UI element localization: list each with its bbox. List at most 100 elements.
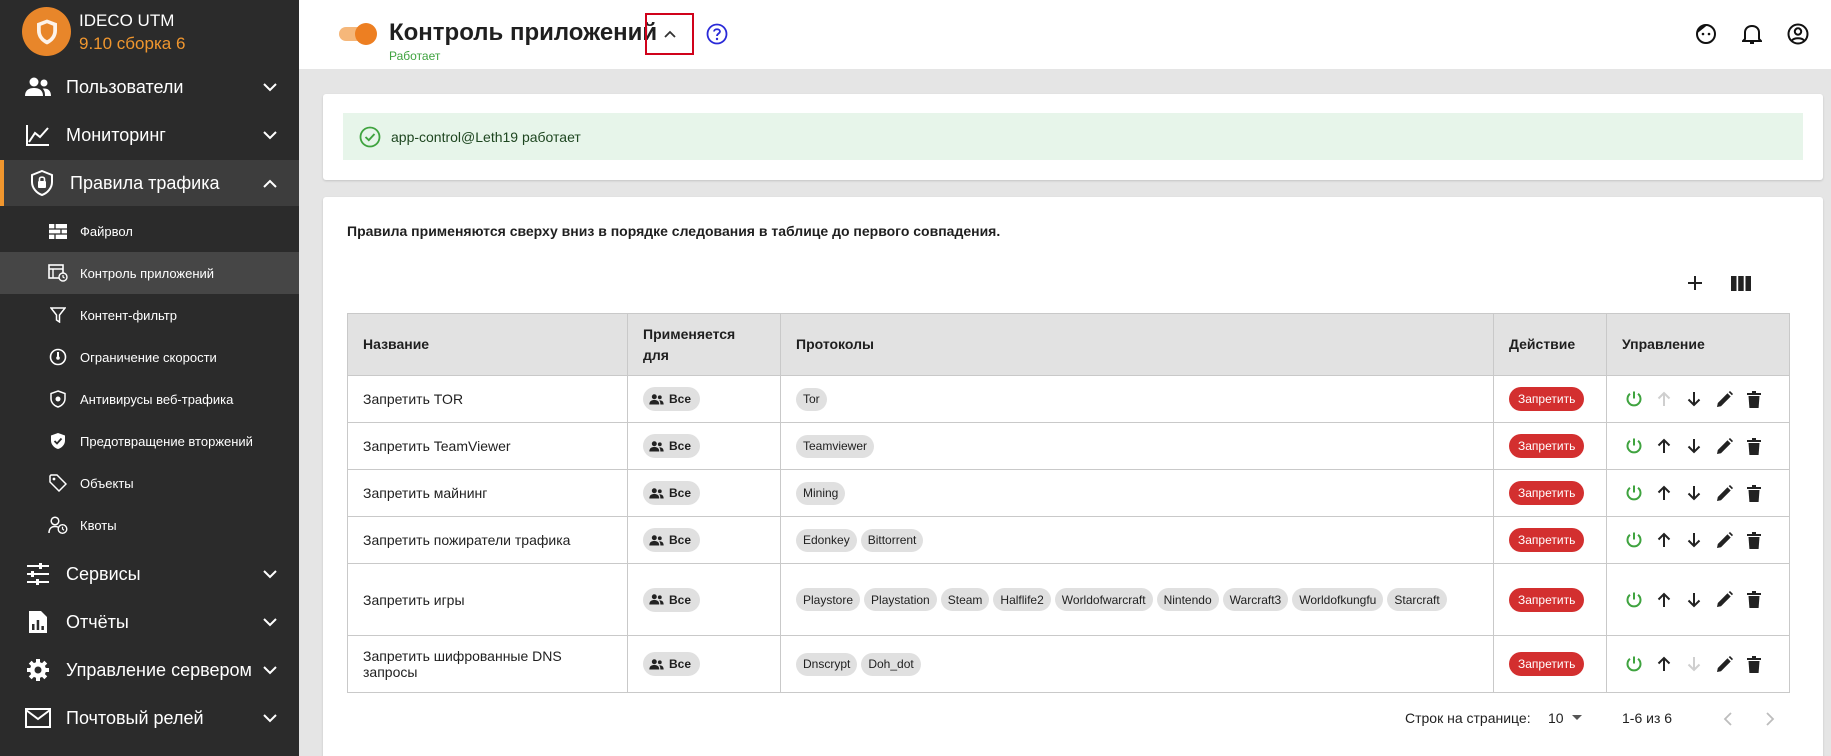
pencil-icon <box>1716 390 1733 407</box>
delete-rule-button[interactable] <box>1739 431 1769 461</box>
move-up-button[interactable] <box>1649 431 1679 461</box>
prev-page-button[interactable] <box>1713 705 1741 733</box>
column-header-applies[interactable]: Применяется для <box>627 313 781 376</box>
sidebar-subitem-content-filter[interactable]: Контент-фильтр <box>0 294 299 336</box>
move-up-button[interactable] <box>1649 585 1679 615</box>
edit-rule-button[interactable] <box>1709 585 1739 615</box>
edit-rule-button[interactable] <box>1709 525 1739 555</box>
move-up-button[interactable] <box>1649 649 1679 679</box>
move-down-button[interactable] <box>1679 525 1709 555</box>
toggle-rule-button[interactable] <box>1619 649 1649 679</box>
cell-action: Запретить <box>1493 469 1607 517</box>
support-button[interactable] <box>1693 21 1719 47</box>
move-up-button[interactable] <box>1649 525 1679 555</box>
delete-rule-button[interactable] <box>1739 585 1769 615</box>
delete-rule-button[interactable] <box>1739 478 1769 508</box>
mail-icon <box>24 704 52 732</box>
sidebar-subitem-app-control[interactable]: Контроль приложений <box>0 252 299 294</box>
sidebar-subitem-label: Антивирусы веб-трафика <box>80 391 234 407</box>
edit-rule-button[interactable] <box>1709 649 1739 679</box>
column-header-protocols[interactable]: Протоколы <box>780 313 1494 376</box>
face-agent-icon <box>1696 24 1716 44</box>
arrow-up-icon <box>1657 438 1671 453</box>
cell-management <box>1606 635 1790 693</box>
sidebar-item-mail-relay[interactable]: Почтовый релей <box>0 694 299 742</box>
sidebar-subitem-objects[interactable]: Объекты <box>0 462 299 504</box>
sliders-icon <box>24 560 52 588</box>
shield-virus-icon <box>47 388 69 410</box>
notifications-button[interactable] <box>1739 21 1765 47</box>
cell-applies: Все <box>627 375 781 423</box>
protocol-chip: Edonkey <box>796 528 857 552</box>
account-button[interactable] <box>1785 21 1811 47</box>
delete-rule-button[interactable] <box>1739 649 1769 679</box>
toggle-rule-button[interactable] <box>1619 585 1649 615</box>
toggle-rule-button[interactable] <box>1619 431 1649 461</box>
move-down-button[interactable] <box>1679 585 1709 615</box>
sidebar-subitem-speed-limit[interactable]: Ограничение скорости <box>0 336 299 378</box>
action-badge: Запретить <box>1509 387 1585 411</box>
table-row[interactable]: Запретить майнинг Все Mining Запретить <box>347 469 1790 517</box>
cell-action: Запретить <box>1493 516 1607 564</box>
table-row[interactable]: Запретить шифрованные DNS запросы Все Dnsc… <box>347 635 1790 693</box>
protocol-chip: Doh_dot <box>861 652 921 676</box>
chevron-down-icon <box>261 709 279 727</box>
edit-rule-button[interactable] <box>1709 384 1739 414</box>
sidebar-item-services[interactable]: Сервисы <box>0 550 299 598</box>
trash-icon <box>1747 591 1761 608</box>
group-chip-label: Все <box>669 592 692 607</box>
sidebar-subitem-firewall[interactable]: Файрвол <box>0 210 299 252</box>
table-row[interactable]: Запретить TOR Все Tor Запретить <box>347 375 1790 423</box>
delete-rule-button[interactable] <box>1739 525 1769 555</box>
pagination: Строк на странице: 10 1-6 из 6 <box>323 705 1823 733</box>
pencil-icon <box>1716 655 1733 672</box>
edit-rule-button[interactable] <box>1709 431 1739 461</box>
sidebar-subitem-web-antivirus[interactable]: Антивирусы веб-трафика <box>0 378 299 420</box>
status-card: app-control@Leth19 работает <box>323 94 1823 180</box>
columns-button[interactable] <box>1726 268 1756 298</box>
toggle-rule-button[interactable] <box>1619 384 1649 414</box>
sidebar-subitem-quotas[interactable]: Квоты <box>0 504 299 546</box>
column-header-action[interactable]: Действие <box>1493 313 1607 376</box>
cell-management <box>1606 563 1790 636</box>
table-row[interactable]: Запретить пожиратели трафика Все Edonkey Bi… <box>347 516 1790 564</box>
toggle-rule-button[interactable] <box>1619 478 1649 508</box>
cell-action: Запретить <box>1493 422 1607 470</box>
chevron-up-icon <box>663 30 676 38</box>
sidebar-item-users[interactable]: Пользователи <box>0 63 299 111</box>
move-down-button[interactable] <box>1679 384 1709 414</box>
rows-per-page-select[interactable]: 10 <box>1548 710 1582 726</box>
column-header-name[interactable]: Название <box>347 313 628 376</box>
chevron-down-icon <box>261 565 279 583</box>
delete-rule-button[interactable] <box>1739 384 1769 414</box>
sidebar-item-monitoring[interactable]: Мониторинг <box>0 111 299 159</box>
sidebar-subitem-ips[interactable]: Предотвращение вторжений <box>0 420 299 462</box>
move-down-button[interactable] <box>1679 649 1709 679</box>
move-up-button[interactable] <box>1649 384 1679 414</box>
brand-version: 9.10 сборка 6 <box>79 33 186 53</box>
service-toggle[interactable] <box>339 23 377 45</box>
sidebar-item-traffic-rules[interactable]: Правила трафика <box>0 160 299 206</box>
sidebar-item-reports[interactable]: Отчёты <box>0 598 299 646</box>
table-row[interactable]: Запретить TeamViewer Все Teamviewer Запрети… <box>347 422 1790 470</box>
bell-icon <box>1742 24 1762 44</box>
move-down-button[interactable] <box>1679 478 1709 508</box>
column-header-management: Управление <box>1606 313 1790 376</box>
help-button[interactable] <box>705 22 729 46</box>
sidebar-subitem-label: Квоты <box>80 517 117 533</box>
action-badge: Запретить <box>1509 528 1585 552</box>
chevron-left-icon <box>1723 712 1732 726</box>
toggle-rule-button[interactable] <box>1619 525 1649 555</box>
edit-rule-button[interactable] <box>1709 478 1739 508</box>
brand-name: IDECO UTM <box>79 10 175 30</box>
collapse-button[interactable] <box>645 13 694 55</box>
sidebar-item-server-management[interactable]: Управление сервером <box>0 646 299 694</box>
users-icon <box>649 594 664 605</box>
move-up-button[interactable] <box>1649 478 1679 508</box>
add-rule-button[interactable] <box>1680 268 1710 298</box>
cell-name: Запретить игры <box>347 563 628 636</box>
move-down-button[interactable] <box>1679 431 1709 461</box>
table-row[interactable]: Запретить игры Все Playstore Playstation Ste… <box>347 563 1790 636</box>
protocol-chip: Steam <box>940 588 990 611</box>
next-page-button[interactable] <box>1756 705 1784 733</box>
